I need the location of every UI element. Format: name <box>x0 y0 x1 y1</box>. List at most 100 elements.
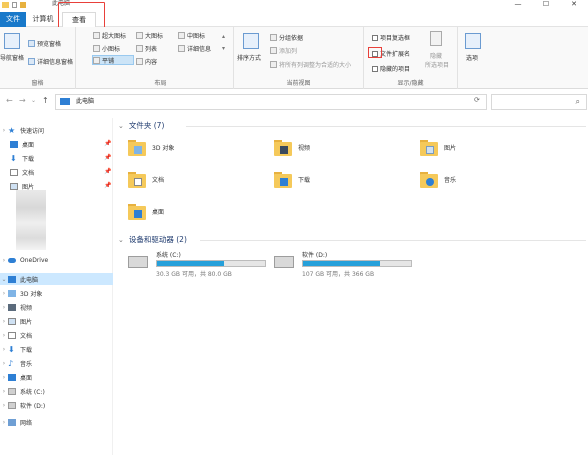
nav-network[interactable]: › 网络 <box>0 416 113 428</box>
details-pane-button[interactable]: 详细信息窗格 <box>28 57 73 66</box>
properties-icon[interactable] <box>12 2 17 8</box>
network-icon <box>8 418 16 426</box>
chevron-right-icon[interactable]: › <box>0 360 8 367</box>
nav-desktop[interactable]: › 桌面 <box>0 371 113 383</box>
layout-details[interactable]: 详细信息 <box>178 44 211 53</box>
list-icon <box>136 45 143 52</box>
forward-arrow-icon[interactable]: → <box>19 96 26 105</box>
nav-downloads-pinned[interactable]: ⬇ 下载 <box>0 152 113 164</box>
nav-quick-access[interactable]: › ★ 快速访问 <box>0 124 113 136</box>
folder-videos[interactable]: 视频 <box>274 134 414 160</box>
nav-desktop-pinned[interactable]: 桌面 <box>0 138 113 150</box>
folder-pictures[interactable]: 图片 <box>420 134 560 160</box>
layout-extra-large[interactable]: 超大图标 <box>93 31 126 40</box>
folder-music[interactable]: 音乐 <box>420 166 560 192</box>
chevron-right-icon[interactable]: › <box>0 419 8 426</box>
chevron-right-icon[interactable]: › <box>0 332 8 339</box>
show-hide-group-label: 显示/隐藏 <box>397 80 424 87</box>
document-icon <box>10 168 18 176</box>
nav-documents-pinned[interactable]: 文档 <box>0 166 113 178</box>
item-checkboxes-checkbox[interactable] <box>372 34 378 41</box>
drive-c-usage-bar <box>156 260 266 267</box>
chevron-down-icon[interactable]: ⌄ <box>118 122 124 130</box>
nav-downloads[interactable]: › ⬇ 下载 <box>0 343 113 355</box>
search-icon: ⌕ <box>575 97 580 106</box>
chevron-right-icon[interactable]: › <box>0 318 8 325</box>
up-arrow-icon[interactable]: ↑ <box>42 96 49 105</box>
tab-computer[interactable]: 计算机 <box>28 12 58 27</box>
current-view-group: 排序方式 分组依据 添加列 将所有列调整为合适的大小 当前视图 <box>234 27 364 89</box>
folders-section-header[interactable]: ⌄ 文件夹 (7) <box>118 120 164 131</box>
chevron-right-icon[interactable]: › <box>0 388 8 395</box>
preview-pane-icon <box>28 40 35 47</box>
options-button[interactable]: 选项 <box>466 53 478 62</box>
nav-documents[interactable]: › 文档 <box>0 329 113 341</box>
hidden-items-checkbox[interactable] <box>372 65 378 72</box>
search-input[interactable]: ⌕ <box>491 94 587 110</box>
chevron-right-icon[interactable]: › <box>0 402 8 409</box>
medium-icons-icon <box>178 32 185 39</box>
drive-c-tile[interactable]: 系统 (C:) 30.3 GB 可用，共 80.0 GB <box>128 250 278 280</box>
chevron-right-icon[interactable]: › <box>0 374 8 381</box>
folder-desktop[interactable]: 桌面 <box>128 198 268 224</box>
folder-3d-icon <box>128 138 146 156</box>
cloud-icon <box>8 257 16 263</box>
sort-by-button[interactable]: 排序方式 <box>237 53 261 62</box>
nav-onedrive[interactable]: › OneDrive <box>0 254 113 266</box>
layout-scroll-up-icon[interactable]: ▴ <box>222 33 225 40</box>
chevron-right-icon[interactable]: › <box>0 290 8 297</box>
current-view-group-label: 当前视图 <box>286 80 311 87</box>
add-columns-icon <box>270 47 277 54</box>
layout-large[interactable]: 大图标 <box>136 31 163 40</box>
refresh-icon[interactable]: ⟳ <box>474 96 480 104</box>
nav-drive-d[interactable]: › 软件 (D:) <box>0 399 113 411</box>
new-folder-icon[interactable] <box>20 2 26 8</box>
folder-video-icon <box>274 138 292 156</box>
tab-file[interactable]: 文件 <box>0 12 26 27</box>
chevron-right-icon[interactable]: › <box>0 127 8 134</box>
back-arrow-icon[interactable]: ← <box>6 96 13 105</box>
drives-section-header[interactable]: ⌄ 设备和驱动器 (2) <box>118 234 187 245</box>
layout-content[interactable]: 内容 <box>136 57 157 66</box>
hidden-items-toggle[interactable]: 隐藏的项目 <box>372 64 410 73</box>
nav-drive-c[interactable]: › 系统 (C:) <box>0 385 113 397</box>
recent-locations-icon[interactable]: ⌄ <box>31 97 36 104</box>
preview-pane-button[interactable]: 预览窗格 <box>28 39 61 48</box>
size-columns-button[interactable]: 将所有列调整为合适的大小 <box>270 60 351 69</box>
layout-tiles[interactable]: 平铺 <box>92 55 134 65</box>
folder-documents[interactable]: 文档 <box>128 166 268 192</box>
nav-videos[interactable]: › 视频 <box>0 301 113 313</box>
chevron-right-icon[interactable]: › <box>0 304 8 311</box>
close-button[interactable]: ✕ <box>560 0 588 10</box>
minimize-button[interactable]: — <box>504 0 532 10</box>
hide-selected-button[interactable]: 隐藏 <box>430 51 442 60</box>
chevron-right-icon[interactable]: › <box>0 257 8 264</box>
nav-music[interactable]: › ♪ 音乐 <box>0 357 113 369</box>
chevron-down-icon[interactable]: ⌄ <box>0 276 8 283</box>
section-divider <box>200 240 586 241</box>
item-checkboxes-toggle[interactable]: 项目复选框 <box>372 33 410 42</box>
layout-medium[interactable]: 中图标 <box>178 31 205 40</box>
extra-large-icons-icon <box>93 32 100 39</box>
tiles-icon <box>93 56 100 64</box>
nav-this-pc[interactable]: ⌄ 此电脑 <box>0 273 113 285</box>
folder-picture-icon <box>420 138 438 156</box>
folder-3d-objects[interactable]: 3D 对象 <box>128 134 268 160</box>
chevron-down-icon[interactable]: ⌄ <box>118 236 124 244</box>
pin-icon: 📌 <box>104 182 112 189</box>
group-by-button[interactable]: 分组依据 <box>270 33 303 42</box>
drive-d-tile[interactable]: 软件 (D:) 107 GB 可用，共 366 GB <box>274 250 424 280</box>
content-pane[interactable]: ⌄ 文件夹 (7) 3D 对象 视频 图片 文档 下载 音乐 桌面 ⌄ 设备和驱… <box>114 112 588 455</box>
nav-pane-button[interactable]: 导航窗格 <box>0 53 24 62</box>
layout-list[interactable]: 列表 <box>136 44 157 53</box>
nav-3d-objects[interactable]: › 3D 对象 <box>0 287 113 299</box>
folder-downloads[interactable]: 下载 <box>274 166 414 192</box>
chevron-right-icon[interactable]: › <box>0 346 8 353</box>
layout-small[interactable]: 小图标 <box>93 44 120 53</box>
navigation-pane[interactable]: › ★ 快速访问 桌面 📌 ⬇ 下载 📌 文档 📌 图片 📌 › OneDriv… <box>0 118 113 455</box>
layout-scroll-down-icon[interactable]: ▾ <box>222 45 225 52</box>
address-input[interactable]: 此电脑 <box>55 94 487 110</box>
maximize-button[interactable]: ☐ <box>532 0 560 10</box>
nav-pictures[interactable]: › 图片 <box>0 315 113 327</box>
add-columns-button[interactable]: 添加列 <box>270 46 297 55</box>
